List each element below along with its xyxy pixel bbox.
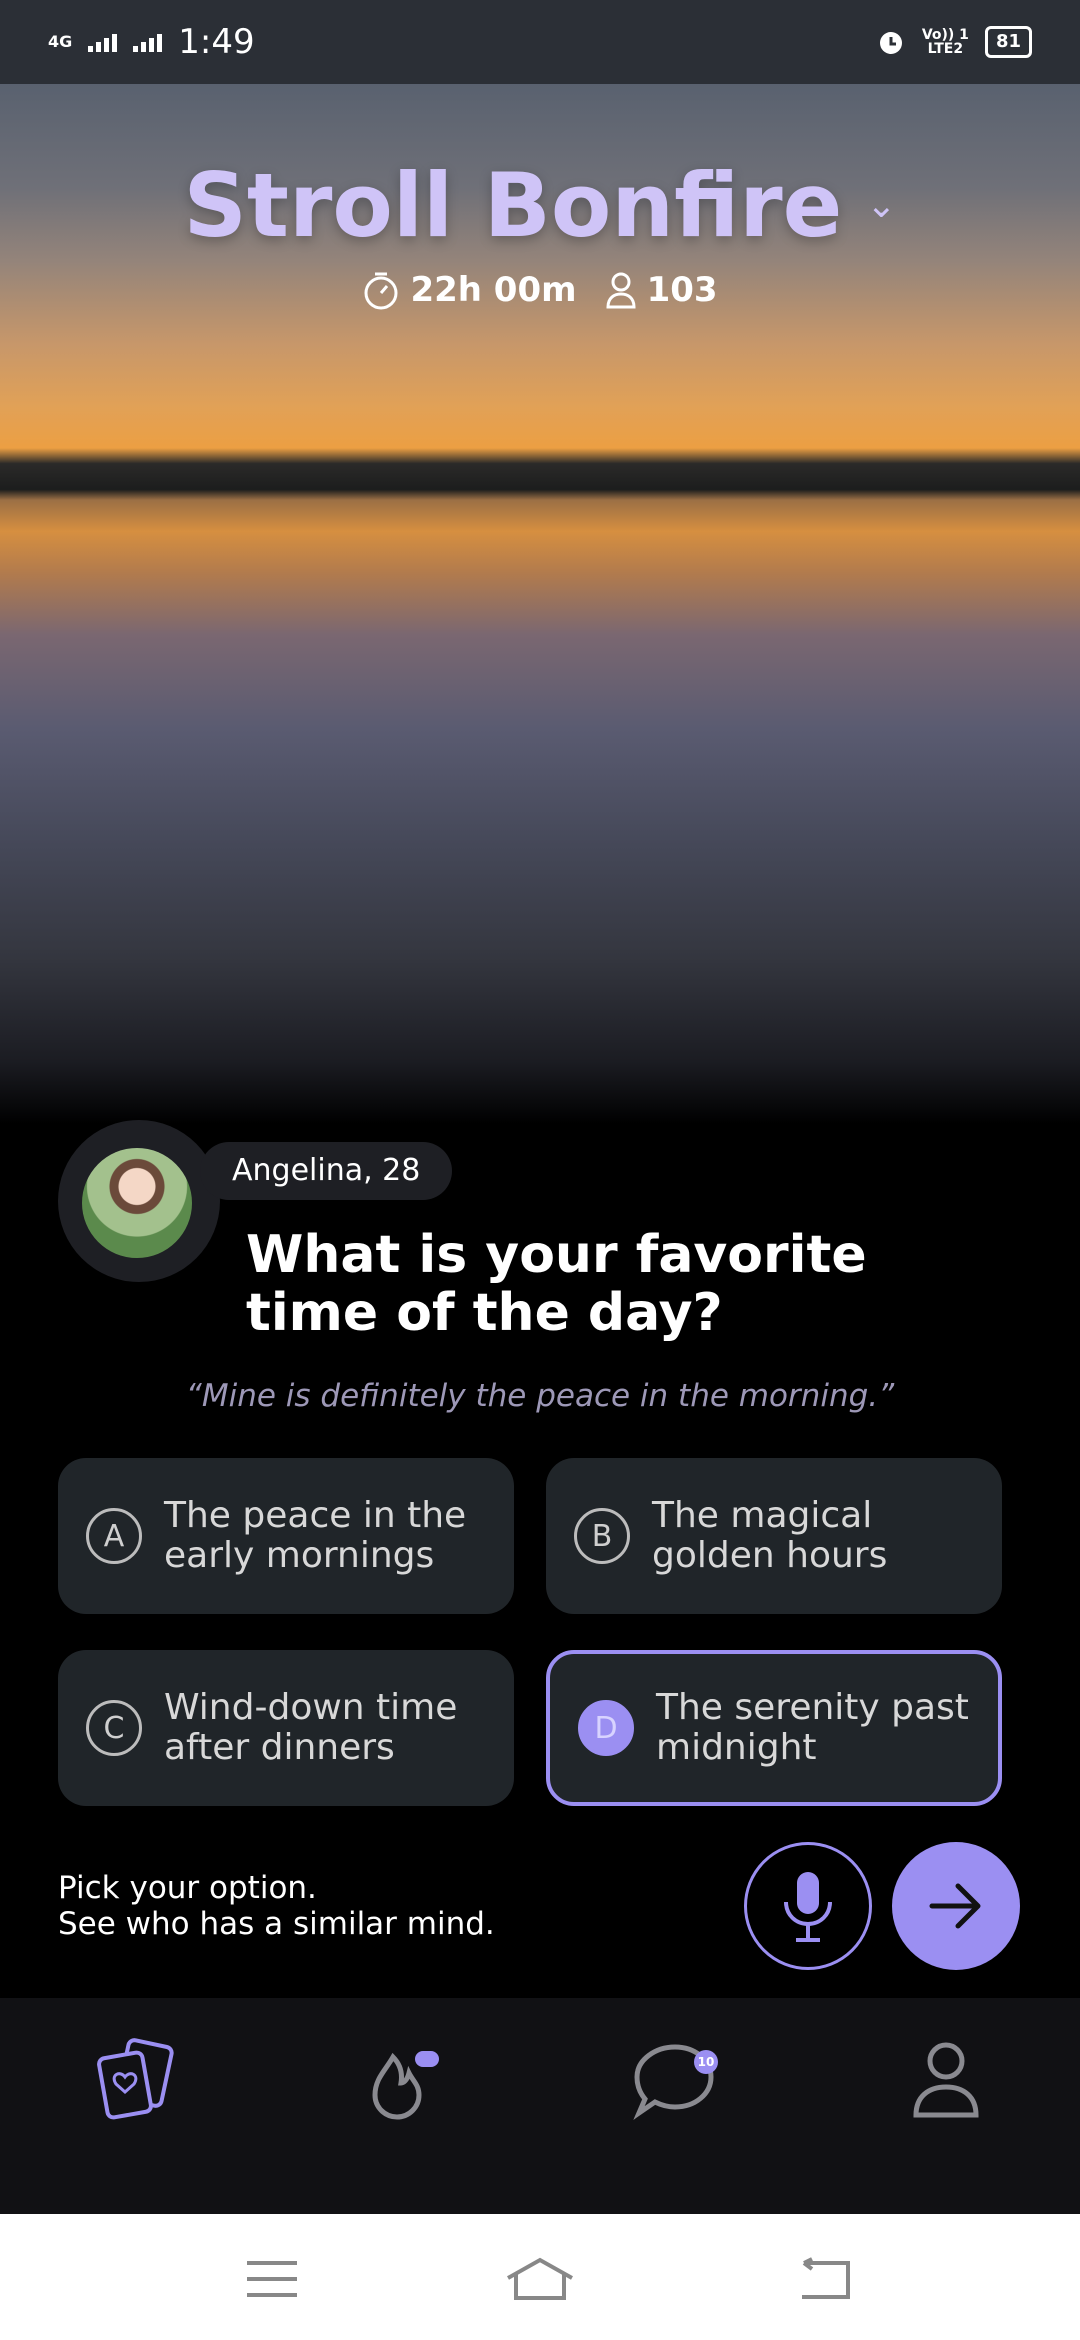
room-meta: 22h 00m 103 [0, 270, 1080, 310]
question-text: What is your favorite time of the day? [246, 1225, 867, 1343]
volte-indicator: Vo)) 1 LTE2 [922, 28, 969, 56]
chat-badge: 10 [694, 2050, 718, 2074]
profile-icon [913, 2042, 979, 2118]
battery-icon: 81 [984, 26, 1032, 58]
option-letter: C [86, 1700, 142, 1756]
room-title: Stroll Bonfire [183, 154, 843, 257]
back-icon [802, 2257, 850, 2299]
participants-group: 103 [605, 270, 718, 310]
network-type: 4G [48, 32, 73, 51]
nav-bonfire[interactable] [356, 2030, 456, 2130]
option-b[interactable]: B The magical golden hours [546, 1458, 1002, 1614]
user-quote: “Mine is definitely the peace in the mor… [185, 1378, 895, 1414]
lte-label: LTE2 [927, 41, 964, 57]
timer-group: 22h 00m [362, 270, 577, 310]
hint-line-2: See who has a similar mind. [58, 1906, 495, 1942]
option-c[interactable]: C Wind-down time after dinners [58, 1650, 514, 1806]
sunset-background: Stroll Bonfire ⌄ 22h 00m 103 [0, 84, 1080, 1124]
back-button[interactable] [784, 2254, 864, 2304]
option-a[interactable]: A The peace in the early mornings [58, 1458, 514, 1614]
status-bar: 4G 1:49 Vo)) 1 LTE2 81 [0, 0, 1080, 84]
person-icon [606, 272, 636, 309]
signal-icon [88, 32, 118, 52]
arrow-right-icon [929, 1883, 981, 1929]
avatar[interactable] [82, 1148, 192, 1258]
participants-count: 103 [646, 270, 718, 310]
status-left: 4G 1:49 [48, 22, 255, 62]
timer-text: 22h 00m [410, 270, 577, 310]
nav-cards[interactable] [86, 2030, 186, 2130]
option-letter: D [578, 1700, 634, 1756]
home-icon [507, 2257, 573, 2300]
option-text: The magical golden hours [652, 1495, 888, 1576]
option-d[interactable]: D The serenity past midnight [546, 1650, 1002, 1806]
hint-text: Pick your option. See who has a similar … [58, 1870, 495, 1942]
bottom-navigation: 10 [0, 1998, 1080, 2214]
user-name-age: Angelina, 28 [200, 1142, 453, 1200]
bonfire-icon [372, 2051, 439, 2120]
option-letter: A [86, 1508, 142, 1564]
option-text: The peace in the early mornings [164, 1495, 467, 1576]
microphone-icon [784, 1872, 832, 1942]
menu-button[interactable] [232, 2254, 312, 2304]
option-text: The serenity past midnight [656, 1687, 969, 1768]
signal-icon-2 [133, 32, 163, 52]
clock: 1:49 [178, 22, 255, 62]
system-navigation-bar [0, 2214, 1080, 2340]
alarm-icon [879, 32, 902, 54]
chevron-down-icon[interactable]: ⌄ [866, 185, 896, 226]
status-right: Vo)) 1 LTE2 81 [876, 26, 1032, 58]
room-selector[interactable]: Stroll Bonfire ⌄ [0, 154, 1080, 257]
option-text: Wind-down time after dinners [164, 1687, 458, 1768]
stopwatch-icon [364, 272, 398, 310]
home-button[interactable] [500, 2254, 580, 2304]
nav-chat[interactable]: 10 [626, 2030, 726, 2130]
cards-icon [97, 2038, 174, 2120]
nav-profile[interactable] [896, 2030, 996, 2130]
next-button[interactable] [892, 1842, 1020, 1970]
menu-icon [247, 2261, 297, 2297]
voice-answer-button[interactable] [744, 1842, 872, 1970]
hint-line-1: Pick your option. [58, 1870, 317, 1906]
option-letter: B [574, 1508, 630, 1564]
